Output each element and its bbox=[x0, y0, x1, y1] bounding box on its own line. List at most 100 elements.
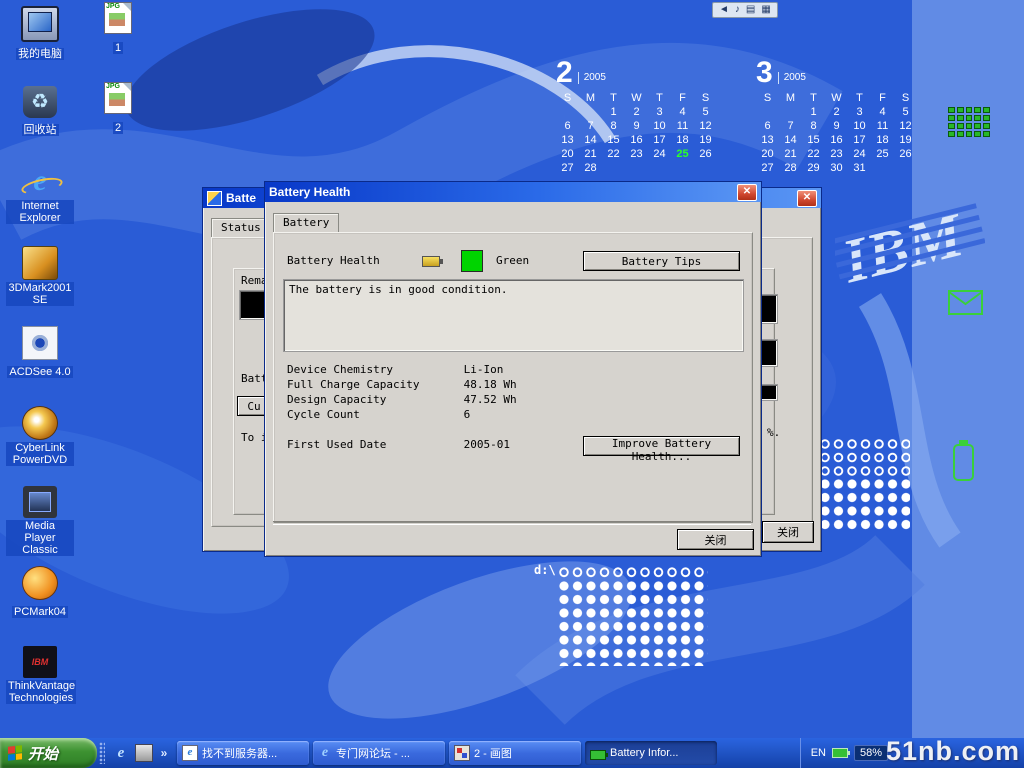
audio-toolbar[interactable]: ◄ ♪ ▤ ▦ bbox=[712, 2, 778, 18]
calendar-day-header: S bbox=[556, 91, 579, 105]
calendar-date: 6 bbox=[756, 119, 779, 133]
desktop-icon-label: 3DMark2001 SE bbox=[6, 282, 74, 306]
calendar-date: 2 bbox=[625, 105, 648, 119]
desktop-icon-label: ThinkVantage Technologies bbox=[6, 680, 76, 704]
calendar-date: 7 bbox=[579, 119, 602, 133]
close-icon[interactable]: ✕ bbox=[737, 184, 757, 201]
field-label: Cycle Count bbox=[287, 407, 457, 422]
field-row: Cycle Count 6 bbox=[287, 407, 517, 422]
calendar-date: 12 bbox=[894, 119, 917, 133]
dot-grid-decoration bbox=[818, 477, 910, 532]
dialog-title: Battery Health bbox=[269, 185, 733, 199]
task-label: 找不到服务器... bbox=[202, 745, 277, 761]
audio-toolbar-icon[interactable]: ◄ bbox=[719, 4, 729, 16]
health-status-indicator bbox=[461, 250, 483, 272]
calendar-header: 2 2005 bbox=[556, 56, 717, 86]
dialog-titlebar[interactable]: Battery Health ✕ bbox=[265, 182, 761, 202]
quicklaunch-app-icon[interactable] bbox=[135, 744, 153, 762]
calendar-date: 5 bbox=[894, 105, 917, 119]
calendar-date: 14 bbox=[579, 133, 602, 147]
calendar-date bbox=[556, 105, 579, 119]
audio-toolbar-icon[interactable]: ♪ bbox=[735, 4, 740, 16]
desktop-icon[interactable]: Internet Explorer bbox=[6, 164, 74, 244]
improve-battery-health-button[interactable]: Improve Battery Health... bbox=[583, 436, 740, 456]
taskbar: 开始 e » 找不到服务器... 专门网论坛 - ... bbox=[0, 738, 1024, 768]
jpg-badge: JPG bbox=[106, 83, 120, 91]
desktop-icon[interactable]: Media Player Classic bbox=[6, 484, 74, 564]
language-indicator[interactable]: EN bbox=[811, 747, 826, 759]
calendar-date bbox=[871, 161, 894, 175]
calendar-date: 6 bbox=[556, 119, 579, 133]
calendar-date: 11 bbox=[871, 119, 894, 133]
desktop-file-icon[interactable]: JPG 1 bbox=[92, 0, 144, 80]
desktop-icon[interactable]: 3DMark2001 SE bbox=[6, 244, 74, 324]
calendar-header: 3 2005 bbox=[756, 56, 917, 86]
calendar-year: 2005 bbox=[578, 72, 606, 84]
start-button[interactable]: 开始 bbox=[0, 738, 97, 768]
calendar-day-header: S bbox=[894, 91, 917, 105]
calendar-date: 17 bbox=[648, 133, 671, 147]
calendar-date: 28 bbox=[779, 161, 802, 175]
calendar-date: 8 bbox=[602, 119, 625, 133]
desktop-icon-label: 我的电脑 bbox=[16, 48, 64, 60]
calendar-date: 26 bbox=[894, 147, 917, 161]
tab-status[interactable]: Status bbox=[211, 218, 271, 237]
taskbar-task-button[interactable]: 2 - 画图 bbox=[449, 741, 581, 765]
calendar-date: 18 bbox=[671, 133, 694, 147]
desktop-icon-label: Media Player Classic bbox=[6, 520, 74, 556]
calendar-date: 26 bbox=[694, 147, 717, 161]
calendar-date bbox=[648, 161, 671, 175]
calendar-day-header: T bbox=[648, 91, 671, 105]
calendar-date: 22 bbox=[602, 147, 625, 161]
desktop-icon[interactable]: 回收站 bbox=[6, 84, 74, 164]
start-label: 开始 bbox=[28, 743, 58, 764]
calendar-date: 25 bbox=[871, 147, 894, 161]
desktop-icon[interactable]: 我的电脑 bbox=[6, 4, 74, 84]
calendar-date: 11 bbox=[671, 119, 694, 133]
taskbar-task-button[interactable]: 找不到服务器... bbox=[177, 741, 309, 765]
close-button[interactable]: 关闭 bbox=[677, 529, 754, 550]
calendar-day-headers: SMTWTFS bbox=[556, 91, 717, 105]
desktop-icon[interactable]: ACDSee 4.0 bbox=[6, 324, 74, 404]
quicklaunch-ie-icon[interactable]: e bbox=[113, 745, 129, 761]
desktop-icon[interactable]: ThinkVantage Technologies bbox=[6, 644, 74, 724]
quicklaunch-overflow-icon[interactable]: » bbox=[159, 745, 169, 761]
desktop-icon-label: 回收站 bbox=[22, 124, 59, 136]
audio-toolbar-icon[interactable]: ▤ bbox=[746, 4, 755, 16]
battery-tray-icon[interactable] bbox=[832, 748, 848, 758]
taskbar-task-button[interactable]: 专门网论坛 - ... bbox=[313, 741, 445, 765]
calendar-day-header: S bbox=[694, 91, 717, 105]
desktop-icon-label: Internet Explorer bbox=[6, 200, 74, 224]
calendar-date: 15 bbox=[602, 133, 625, 147]
drive-label: d:\ bbox=[534, 563, 556, 577]
calendar-day-header: F bbox=[671, 91, 694, 105]
calendar-date: 2 bbox=[825, 105, 848, 119]
percent-fragment: %. bbox=[767, 426, 780, 439]
tab-battery[interactable]: Battery bbox=[273, 213, 339, 232]
ibm-logo-decoration: IBM bbox=[835, 195, 985, 305]
close-icon[interactable]: ✕ bbox=[797, 190, 817, 207]
close-button[interactable]: 关闭 bbox=[762, 521, 814, 543]
calendar-date: 23 bbox=[825, 147, 848, 161]
keypad-decoration bbox=[948, 107, 990, 137]
desktop-file-label: 1 bbox=[113, 42, 123, 54]
desktop-file-icon[interactable]: JPG 2 bbox=[92, 80, 144, 160]
calendar-date: 8 bbox=[802, 119, 825, 133]
calendar-date: 4 bbox=[671, 105, 694, 119]
battery-percentage: 58% bbox=[854, 745, 888, 761]
desktop-icon[interactable]: PCMark04 bbox=[6, 564, 74, 644]
taskbar-task-button[interactable]: Battery Infor... bbox=[585, 741, 717, 765]
calendar-date: 30 bbox=[825, 161, 848, 175]
calendar-date: 20 bbox=[556, 147, 579, 161]
condition-textbox[interactable]: The battery is in good condition. bbox=[283, 279, 744, 352]
window-icon bbox=[207, 191, 222, 206]
quicklaunch-handle[interactable] bbox=[99, 742, 105, 764]
audio-toolbar-icon[interactable]: ▦ bbox=[761, 4, 770, 16]
battery-tips-button[interactable]: Battery Tips bbox=[583, 251, 740, 271]
desktop-icon[interactable]: CyberLink PowerDVD bbox=[6, 404, 74, 484]
calendar-date: 10 bbox=[648, 119, 671, 133]
quicklaunch-bar: e » bbox=[107, 744, 175, 762]
battery-health-dialog[interactable]: Battery Health ✕ Battery Battery Health … bbox=[264, 181, 762, 557]
calendar-date: 10 bbox=[848, 119, 871, 133]
calendar-date: 22 bbox=[802, 147, 825, 161]
